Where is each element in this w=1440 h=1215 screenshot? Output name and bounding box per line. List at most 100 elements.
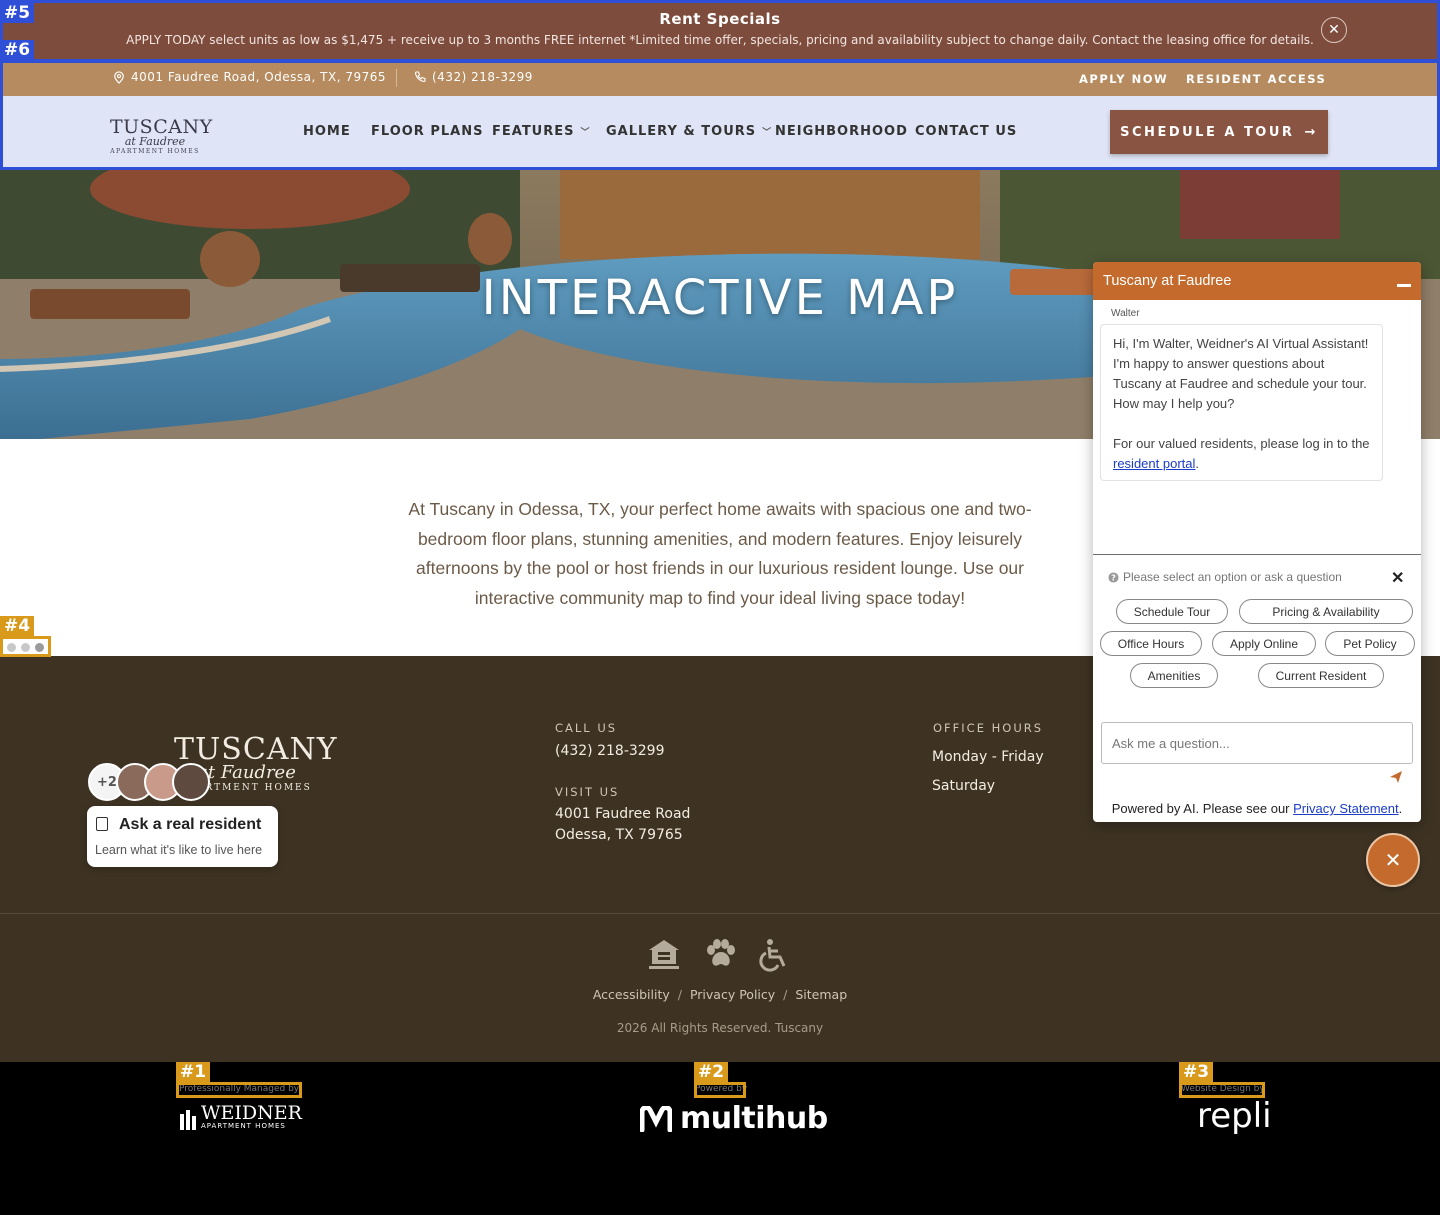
message-prefix: For our valued residents, please log in … bbox=[1113, 436, 1370, 451]
phone-text: (432) 218-3299 bbox=[432, 70, 533, 84]
nav-floor-plans[interactable]: FLOOR PLANS bbox=[371, 124, 483, 139]
svg-text:?: ? bbox=[1111, 572, 1116, 582]
weidner-logo[interactable]: WEIDNER APARTMENT HOMES bbox=[180, 1104, 302, 1130]
chat-header: Tuscany at Faudree bbox=[1093, 262, 1421, 300]
option-current-resident[interactable]: Current Resident bbox=[1258, 663, 1384, 688]
schedule-tour-button[interactable]: SCHEDULE A TOUR → bbox=[1110, 110, 1328, 154]
topbar-phone[interactable]: (432) 218-3299 bbox=[414, 70, 533, 84]
location-pin-icon bbox=[114, 70, 124, 84]
nav-label: NEIGHBORHOOD bbox=[775, 124, 908, 139]
option-apply-online[interactable]: Apply Online bbox=[1212, 631, 1316, 656]
chat-message-2: For our valued residents, please log in … bbox=[1113, 434, 1370, 474]
managed-by-label: Professionally Managed by bbox=[179, 1084, 300, 1094]
option-schedule-tour[interactable]: Schedule Tour bbox=[1116, 599, 1228, 624]
logo-line1: TUSCANY bbox=[110, 116, 213, 138]
footer-divider bbox=[0, 913, 1440, 914]
topbar-address[interactable]: 4001 Faudree Road, Odessa, TX, 79765 bbox=[113, 70, 386, 84]
avatar bbox=[172, 763, 210, 801]
address-text: 4001 Faudree Road, Odessa, TX, 79765 bbox=[131, 70, 387, 84]
multihub-mark-icon bbox=[640, 1105, 672, 1132]
powered-by-label: Powered by bbox=[695, 1084, 748, 1094]
close-options-icon[interactable]: ✕ bbox=[1391, 568, 1404, 588]
nav-home[interactable]: HOME bbox=[303, 124, 351, 139]
chat-bubble-icon bbox=[96, 817, 108, 831]
option-pet-policy[interactable]: Pet Policy bbox=[1325, 631, 1415, 656]
resident-access-link[interactable]: RESIDENT ACCESS bbox=[1186, 72, 1326, 86]
banner-close-button[interactable]: ✕ bbox=[1321, 17, 1347, 43]
top-info-bar: 4001 Faudree Road, Odessa, TX, 79765 (43… bbox=[0, 60, 1440, 96]
privacy-policy-link[interactable]: Privacy Policy bbox=[690, 987, 775, 1002]
footer-address-line1[interactable]: 4001 Faudree Road bbox=[555, 804, 690, 825]
phone-icon bbox=[414, 71, 426, 83]
website-design-label: Website Design by bbox=[1181, 1084, 1265, 1094]
chat-message-1: Hi, I'm Walter, Weidner's AI Virtual Ass… bbox=[1113, 336, 1369, 411]
footer-hours-row2: Saturday bbox=[932, 778, 996, 794]
chat-prompt: ? Please select an option or ask a quest… bbox=[1108, 570, 1342, 584]
apply-now-link[interactable]: APPLY NOW bbox=[1079, 72, 1168, 86]
carousel-dots[interactable] bbox=[0, 637, 50, 657]
nav-label: FLOOR PLANS bbox=[371, 124, 484, 139]
footer-address-line2[interactable]: Odessa, TX 79765 bbox=[555, 825, 683, 846]
footer-phone-link[interactable]: (432) 218-3299 bbox=[555, 741, 665, 762]
accessibility-icon bbox=[759, 939, 786, 972]
annotation-label: #4 bbox=[0, 616, 35, 636]
chat-prompt-text: Please select an option or ask a questio… bbox=[1123, 570, 1342, 584]
privacy-statement-link[interactable]: Privacy Statement bbox=[1293, 801, 1399, 816]
resident-portal-link[interactable]: resident portal bbox=[1113, 456, 1195, 471]
logo-line2: at Faudree bbox=[124, 135, 186, 148]
nav-label: CONTACT US bbox=[915, 124, 1018, 139]
agent-name: Walter bbox=[1111, 308, 1140, 319]
chat-widget: Tuscany at Faudree Walter Hi, I'm Walter… bbox=[1093, 262, 1421, 822]
copyright-text: 2026 All Rights Reserved. Tuscany bbox=[616, 1021, 824, 1035]
accessibility-link[interactable]: Accessibility bbox=[593, 987, 670, 1002]
site-logo[interactable]: TUSCANY at Faudree APARTMENT HOMES bbox=[110, 116, 213, 159]
chat-message-input[interactable] bbox=[1101, 722, 1413, 764]
option-amenities[interactable]: Amenities bbox=[1130, 663, 1218, 688]
chat-message-bubble: Hi, I'm Walter, Weidner's AI Virtual Ass… bbox=[1100, 324, 1383, 481]
rent-specials-banner: Rent Specials APPLY TODAY select units a… bbox=[0, 0, 1440, 60]
paw-print-icon bbox=[707, 939, 735, 966]
footer-hours-row1: Monday - Friday bbox=[932, 749, 1044, 765]
disclaimer-prefix: Powered by AI. Please see our bbox=[1111, 801, 1294, 816]
nav-label: HOME bbox=[303, 124, 351, 139]
close-icon: ✕ bbox=[1384, 848, 1402, 872]
question-circle-icon: ? bbox=[1108, 572, 1119, 583]
schedule-tour-label: SCHEDULE A TOUR bbox=[1120, 124, 1295, 140]
option-pricing-availability[interactable]: Pricing & Availability bbox=[1239, 599, 1413, 624]
chat-title: Tuscany at Faudree bbox=[1103, 273, 1232, 289]
option-office-hours[interactable]: Office Hours bbox=[1100, 631, 1202, 656]
carousel-dot-active[interactable] bbox=[34, 642, 44, 652]
resident-avatars[interactable]: +2 bbox=[88, 763, 210, 801]
nav-gallery-tours[interactable]: GALLERY & TOURS ﹀ bbox=[606, 124, 772, 139]
chat-disclaimer: Powered by AI. Please see our Privacy St… bbox=[1093, 801, 1421, 816]
arrow-right-icon: → bbox=[1304, 124, 1318, 140]
send-icon[interactable] bbox=[1389, 770, 1403, 787]
disclaimer-suffix: . bbox=[1398, 801, 1403, 816]
chat-divider bbox=[1093, 554, 1421, 555]
weidner-mark-icon bbox=[180, 1110, 196, 1130]
repli-logo[interactable]: repli bbox=[1197, 1096, 1272, 1136]
nav-features[interactable]: FEATURES ﹀ bbox=[492, 124, 591, 139]
chat-toggle-button[interactable]: ✕ bbox=[1366, 833, 1420, 887]
banner-text: APPLY TODAY select units as low as $1,47… bbox=[126, 33, 1314, 47]
logo-line3: APARTMENT HOMES bbox=[110, 148, 200, 155]
carousel-dot[interactable] bbox=[20, 642, 30, 652]
multihub-logo[interactable]: multihub bbox=[640, 1101, 828, 1136]
minimize-icon[interactable] bbox=[1395, 273, 1413, 291]
nav-neighborhood[interactable]: NEIGHBORHOOD bbox=[775, 124, 908, 139]
intro-paragraph: At Tuscany in Odessa, TX, your perfect h… bbox=[408, 499, 1032, 608]
banner-title: Rent Specials bbox=[659, 10, 781, 28]
message-suffix: . bbox=[1195, 456, 1200, 471]
footer-logo-line1: TUSCANY bbox=[174, 732, 338, 767]
equal-housing-icon bbox=[649, 940, 679, 969]
nav-contact-us[interactable]: CONTACT US bbox=[915, 124, 1017, 139]
carousel-dot[interactable] bbox=[6, 642, 16, 652]
chevron-down-icon: ﹀ bbox=[762, 128, 773, 138]
ask-resident-subtitle: Learn what it's like to live here bbox=[95, 843, 263, 857]
nav-label: GALLERY & TOURS bbox=[606, 124, 757, 139]
weidner-name: WEIDNER bbox=[201, 1102, 302, 1124]
ask-resident-card[interactable]: Ask a real resident Learn what it's like… bbox=[87, 806, 278, 867]
sitemap-link[interactable]: Sitemap bbox=[795, 987, 847, 1002]
chevron-down-icon: ﹀ bbox=[580, 128, 591, 138]
footer-hours-heading: OFFICE HOURS bbox=[933, 721, 1044, 735]
